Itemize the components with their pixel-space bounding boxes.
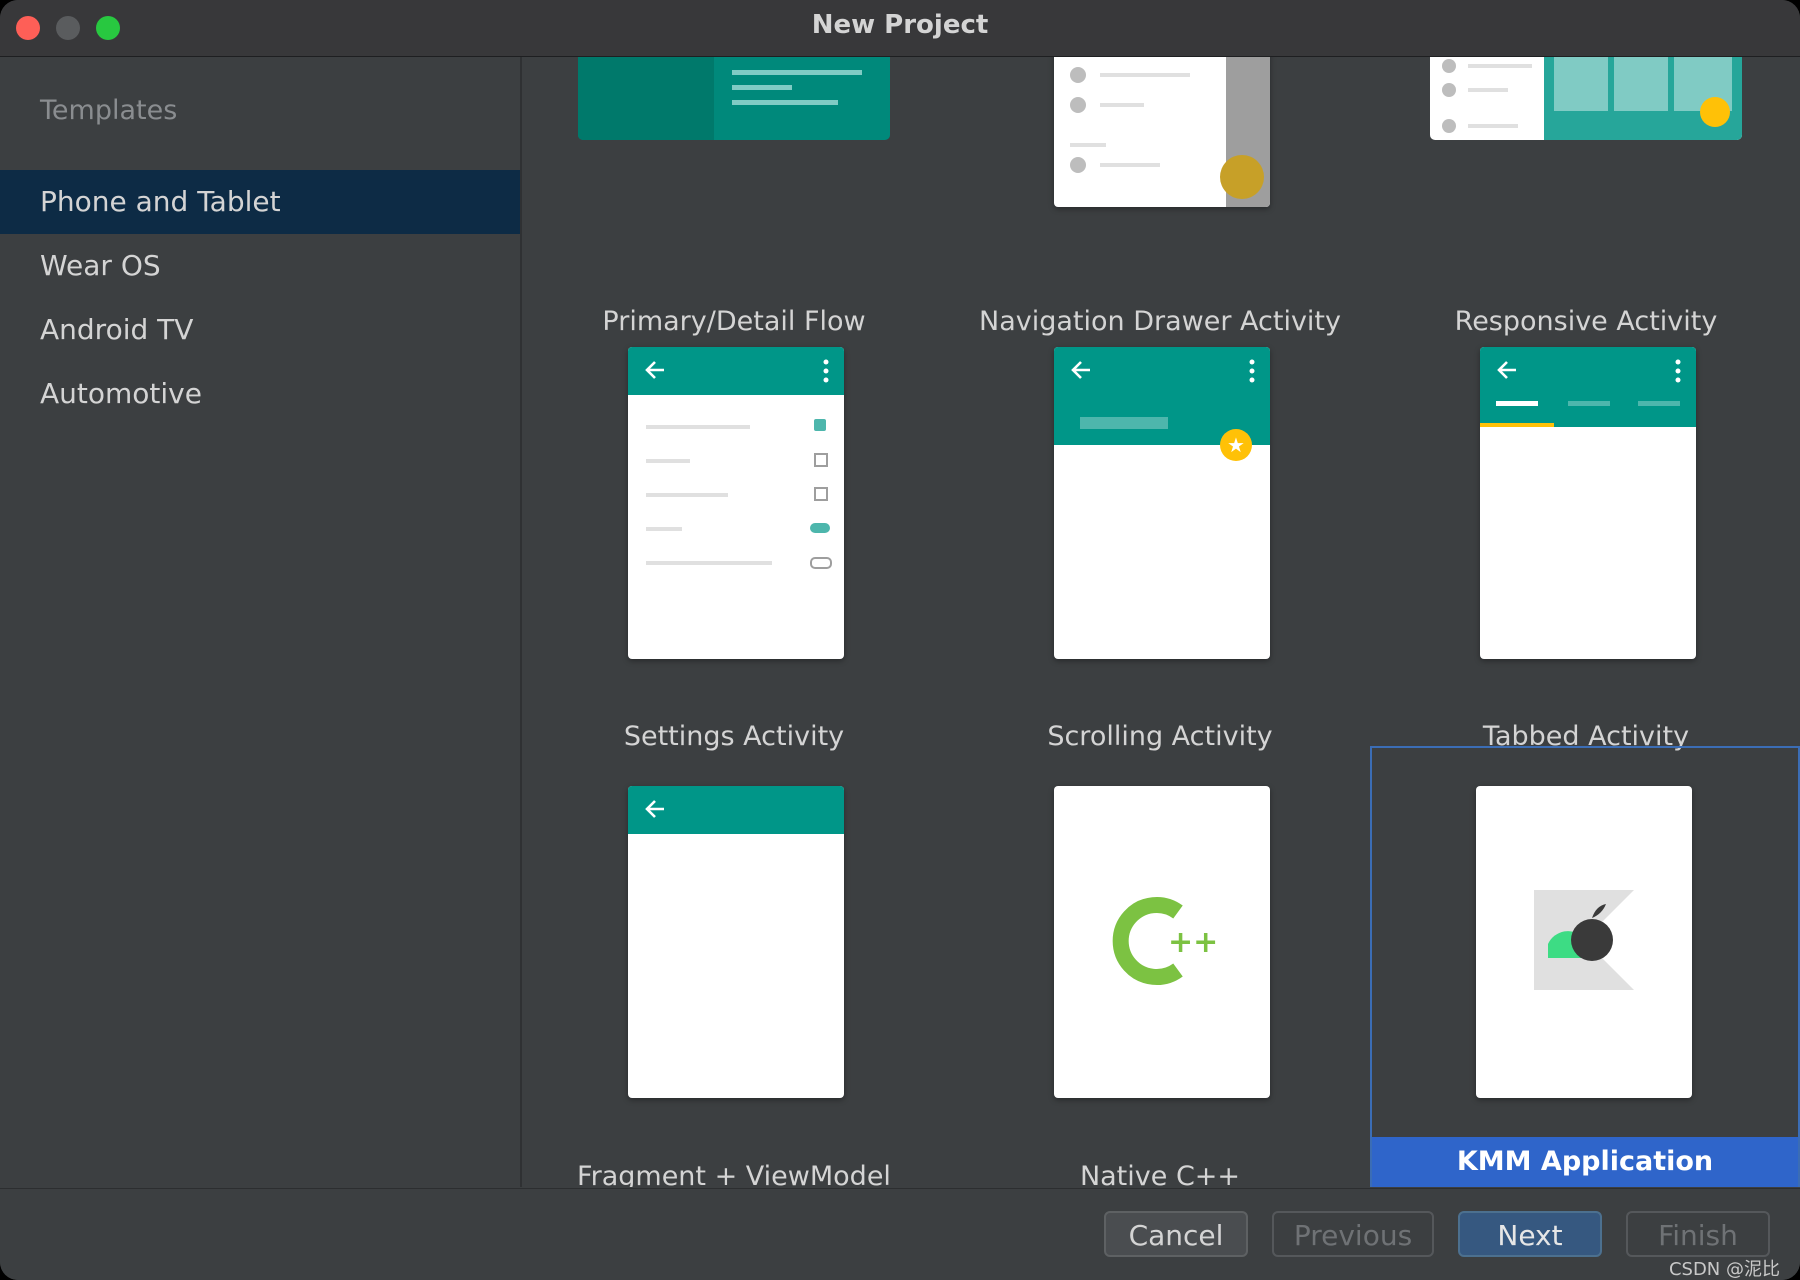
- sidebar-item-android-tv[interactable]: Android TV: [0, 298, 520, 362]
- app-bar: [1480, 347, 1696, 427]
- responsive-preview: [1430, 57, 1742, 140]
- new-project-window: New Project Templates Phone and Tablet W…: [0, 0, 1800, 1280]
- next-button[interactable]: Next: [1458, 1211, 1602, 1257]
- cpp-logo-icon: ++: [1112, 897, 1218, 985]
- template-card-scrolling[interactable]: ★ Scrolling Activity: [948, 347, 1372, 787]
- kmm-logo-icon: [1534, 890, 1634, 990]
- finish-button[interactable]: Finish: [1626, 1211, 1770, 1257]
- tabbed-preview: [1480, 347, 1696, 659]
- back-arrow-icon: [645, 800, 664, 818]
- window-title: New Project: [811, 10, 989, 40]
- back-arrow-icon: [1497, 361, 1516, 379]
- watermark: CSDN @泥比: [1668, 1259, 1780, 1280]
- cancel-button[interactable]: Cancel: [1104, 1211, 1248, 1257]
- overflow-menu-icon: [1675, 359, 1681, 383]
- template-label: Settings Activity: [623, 721, 845, 752]
- template-label: KMM Application: [1372, 1137, 1798, 1187]
- template-label: Navigation Drawer Activity: [979, 306, 1341, 337]
- scrolling-preview: ★: [1054, 347, 1270, 659]
- template-card-tabbed[interactable]: Tabbed Activity: [1374, 347, 1798, 787]
- app-bar: [628, 786, 844, 834]
- previous-button[interactable]: Previous: [1272, 1211, 1434, 1257]
- template-card-native-cpp[interactable]: ++ Native C++: [948, 786, 1372, 1187]
- template-card-settings[interactable]: Settings Activity: [522, 347, 946, 787]
- footer: Cancel Previous Next Finish CSDN @泥比: [0, 1188, 1800, 1280]
- fragment-preview: [628, 786, 844, 1098]
- overflow-menu-icon: [823, 359, 829, 383]
- checkbox-icon: [814, 453, 828, 467]
- app-bar: [628, 347, 844, 395]
- native-cpp-preview: ++: [1054, 786, 1270, 1098]
- template-label: Responsive Activity: [1454, 306, 1718, 337]
- sidebar-item-phone-and-tablet[interactable]: Phone and Tablet: [0, 170, 520, 234]
- star-fab-icon: ★: [1220, 429, 1252, 461]
- back-arrow-icon: [1071, 361, 1090, 379]
- settings-preview: [628, 347, 844, 659]
- sidebar-header: Templates: [40, 95, 178, 126]
- nav-drawer-preview: [1054, 57, 1270, 207]
- back-arrow-icon: [645, 361, 664, 379]
- templates-sidebar: Templates Phone and Tablet Wear OS Andro…: [0, 57, 522, 1187]
- kmm-preview: [1476, 786, 1692, 1098]
- checkbox-icon: [814, 487, 828, 501]
- overflow-menu-icon: [1249, 359, 1255, 383]
- template-card-fragment-viewmodel[interactable]: Fragment + ViewModel: [522, 786, 946, 1187]
- svg-text:++: ++: [1168, 925, 1218, 960]
- toggle-off-icon: [810, 557, 832, 569]
- template-card-kmm[interactable]: KMM Application: [1370, 746, 1800, 1187]
- template-grid: Primary/Detail Flow Navigation Drawer Ac…: [522, 57, 1800, 1187]
- template-card-primary-detail[interactable]: Primary/Detail Flow: [522, 57, 946, 347]
- primary-detail-preview: [578, 57, 890, 140]
- sidebar-item-automotive[interactable]: Automotive: [0, 362, 520, 426]
- toggle-on-icon: [810, 523, 830, 533]
- template-card-navigation-drawer[interactable]: Navigation Drawer Activity: [948, 57, 1372, 347]
- template-label: Scrolling Activity: [1047, 721, 1273, 752]
- title-bar: New Project: [0, 0, 1800, 57]
- template-label: Primary/Detail Flow: [602, 306, 866, 337]
- template-label: Fragment + ViewModel: [577, 1161, 891, 1187]
- sidebar-item-wear-os[interactable]: Wear OS: [0, 234, 520, 298]
- template-card-responsive[interactable]: Responsive Activity: [1374, 57, 1798, 347]
- checkbox-checked-icon: [814, 419, 826, 431]
- template-label: Native C++: [1079, 1161, 1241, 1187]
